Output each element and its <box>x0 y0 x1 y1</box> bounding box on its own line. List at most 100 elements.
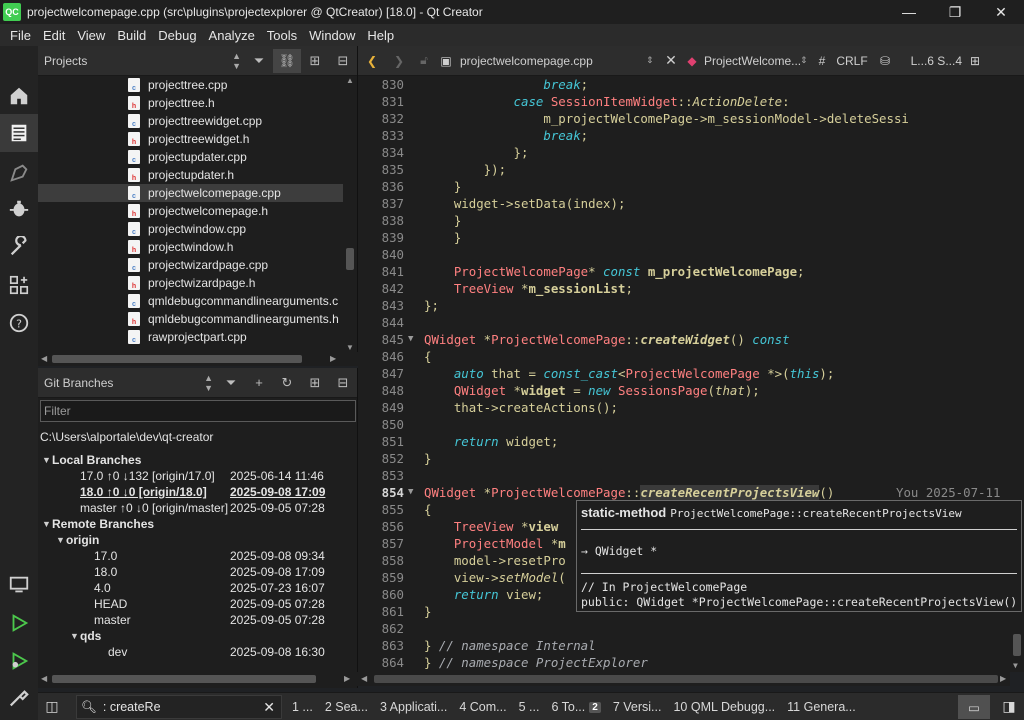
output-pane-button[interactable]: 3 Applicati... <box>374 693 453 720</box>
project-tree-vscroll[interactable]: ▲ ▼ <box>343 76 357 352</box>
output-pane-button[interactable]: 5 ... <box>513 693 546 720</box>
mode-extensions[interactable] <box>0 266 38 304</box>
branch-group[interactable]: ▼ Local Branches <box>38 452 358 468</box>
menu-file[interactable]: File <box>4 28 37 43</box>
mode-design[interactable] <box>0 154 38 192</box>
menu-analyze[interactable]: Analyze <box>203 28 261 43</box>
branch-item[interactable]: dev 2025-09-08 16:30 <box>38 644 358 660</box>
code-line[interactable]: } <box>424 179 461 196</box>
close-document-icon[interactable]: ✕ <box>658 46 684 76</box>
line-number-gutter[interactable]: 830 831 832 833 834 835 836 837 838 839 840 841 842 8… <box>358 76 424 672</box>
expand-arrow-icon[interactable]: ▼ <box>56 535 66 545</box>
split-icon[interactable]: ⊞ <box>301 49 329 73</box>
code-line[interactable]: return view; <box>424 587 544 604</box>
code-line[interactable]: }; <box>424 145 529 162</box>
menu-edit[interactable]: Edit <box>37 28 71 43</box>
filter-icon[interactable]: ⏷ <box>217 371 245 395</box>
open-document-selector[interactable]: projectwelcomepage.cpp <box>456 46 646 76</box>
code-line[interactable]: } <box>424 451 431 468</box>
menu-help[interactable]: Help <box>361 28 400 43</box>
project-tree-item[interactable]: h projectwizardpage.h <box>38 274 343 292</box>
close-pane-icon[interactable]: ⊟ <box>329 49 357 73</box>
clear-locator-icon[interactable]: ✕ <box>263 699 275 716</box>
project-tree-item[interactable]: c projectwizardpage.cpp <box>38 256 343 274</box>
branch-item[interactable]: 18.0 2025-09-08 17:09 <box>38 564 358 580</box>
branch-item[interactable]: 18.0 ↑0 ↓0 [origin/18.0] 2025-09-08 17:09 <box>38 484 358 500</box>
project-tree-item[interactable]: c projecttreewidget.cpp <box>38 112 343 130</box>
expand-arrow-icon[interactable]: ▼ <box>42 455 52 465</box>
split-editor-icon[interactable]: ⊞ <box>962 46 988 76</box>
expand-arrow-icon[interactable]: ▼ <box>42 519 52 529</box>
branch-item[interactable]: 17.0 2025-09-08 09:34 <box>38 548 358 564</box>
code-line[interactable]: } <box>424 213 461 230</box>
branch-group[interactable]: ▼ qds <box>38 628 358 644</box>
encoding-icon[interactable]: ⛁ <box>872 46 898 76</box>
back-icon[interactable]: ❮ <box>358 46 386 76</box>
split-icon[interactable]: ⊞ <box>301 371 329 395</box>
mode-debug[interactable] <box>0 190 38 228</box>
project-tree-item[interactable]: h projectwindow.h <box>38 238 343 256</box>
output-pane-button[interactable]: 2 Sea... <box>319 693 374 720</box>
project-tree[interactable]: c projecttree.cpp h projecttree.h c projecttr… <box>38 76 343 352</box>
output-pane-button[interactable]: 10 QML Debugg... <box>667 693 781 720</box>
cursor-position[interactable]: L...6 S...4 <box>898 46 962 76</box>
toggle-sidebar-icon[interactable]: ◫ <box>38 693 66 720</box>
branch-item[interactable]: HEAD 2025-09-05 07:28 <box>38 596 358 612</box>
menu-debug[interactable]: Debug <box>152 28 202 43</box>
toggle-progress-icon[interactable]: ▭ <box>958 695 990 719</box>
code-line[interactable]: break; <box>424 77 588 94</box>
add-branch-icon[interactable]: + <box>245 371 273 395</box>
git-pane-title[interactable]: Git Branches <box>44 376 113 390</box>
project-tree-item[interactable]: h projectupdater.h <box>38 166 343 184</box>
mode-help[interactable]: ? <box>0 304 38 342</box>
project-tree-item[interactable]: h qmldebugcommandlinearguments.h <box>38 310 343 328</box>
output-pane-button[interactable]: 6 To... 2 <box>545 693 606 720</box>
menu-build[interactable]: Build <box>111 28 152 43</box>
mode-welcome[interactable] <box>0 77 38 115</box>
forward-icon[interactable]: ❯ <box>386 46 412 76</box>
code-line[interactable]: } // namespace Internal <box>424 638 596 655</box>
code-line[interactable]: m_projectWelcomePage->m_sessionModel->de… <box>424 111 909 128</box>
close-pane-icon[interactable]: ⊟ <box>329 371 357 395</box>
kit-selector[interactable] <box>0 566 38 604</box>
branch-item[interactable]: 4.0 2025-07-23 16:07 <box>38 580 358 596</box>
run-button[interactable] <box>0 604 38 642</box>
menu-view[interactable]: View <box>71 28 111 43</box>
code-line[interactable]: break; <box>424 128 588 145</box>
output-pane-button[interactable]: 7 Versi... <box>607 693 668 720</box>
fold-marker-icon[interactable]: ▼ <box>408 334 413 344</box>
code-line[interactable]: } // namespace ProjectExplorer <box>424 655 648 672</box>
branch-item[interactable]: 17.0 ↑0 ↓132 [origin/17.0] 2025-06-14 11:… <box>38 468 358 484</box>
code-line[interactable]: TreeView *view <box>424 519 558 536</box>
code-line[interactable]: that->createActions(); <box>424 400 618 417</box>
toggle-right-sidebar-icon[interactable]: ◨ <box>994 693 1024 720</box>
projects-pane-title[interactable]: Projects <box>44 54 87 68</box>
project-tree-item[interactable]: c qmldebugcommandlinearguments.c <box>38 292 343 310</box>
code-line[interactable]: { <box>424 349 431 366</box>
refresh-icon[interactable]: ↻ <box>273 371 301 395</box>
symbol-dropdown-icon[interactable]: ⇕ <box>800 46 812 76</box>
document-dropdown-icon[interactable]: ⇕ <box>646 46 658 76</box>
project-tree-item[interactable]: c projectwelcomepage.cpp <box>38 184 343 202</box>
code-line[interactable]: return widget; <box>424 434 558 451</box>
debug-run-button[interactable] <box>0 642 38 680</box>
code-line[interactable]: widget->setData(index); <box>424 196 626 213</box>
code-line[interactable]: TreeView *m_sessionList; <box>424 281 633 298</box>
code-line[interactable]: }; <box>424 298 439 315</box>
pane-selector-icon[interactable]: ▲ ▼ <box>232 51 241 71</box>
project-tree-item[interactable]: h projecttree.h <box>38 94 343 112</box>
project-tree-hscroll[interactable]: ◀ ▶ <box>38 352 358 366</box>
sync-link-icon[interactable]: ⛓ <box>273 48 301 73</box>
output-pane-button[interactable]: 4 Com... <box>453 693 512 720</box>
branch-item[interactable]: master 2025-09-05 07:28 <box>38 612 358 628</box>
code-line[interactable]: } <box>424 604 431 621</box>
code-line[interactable]: view->setModel( <box>424 570 566 587</box>
code-line[interactable]: { <box>424 502 431 519</box>
maximize-button[interactable]: ❐ <box>932 0 978 24</box>
code-line[interactable]: } <box>424 230 461 247</box>
code-line[interactable]: auto that = const_cast<ProjectWelcomePag… <box>424 366 835 383</box>
hash-button[interactable]: # <box>812 46 832 76</box>
branch-tree-hscroll[interactable]: ◀ ▶ <box>38 672 358 686</box>
code-line[interactable]: ProjectWelcomePage* const m_projectWelco… <box>424 264 805 281</box>
code-line[interactable]: case SessionItemWidget::ActionDelete: <box>424 94 790 111</box>
